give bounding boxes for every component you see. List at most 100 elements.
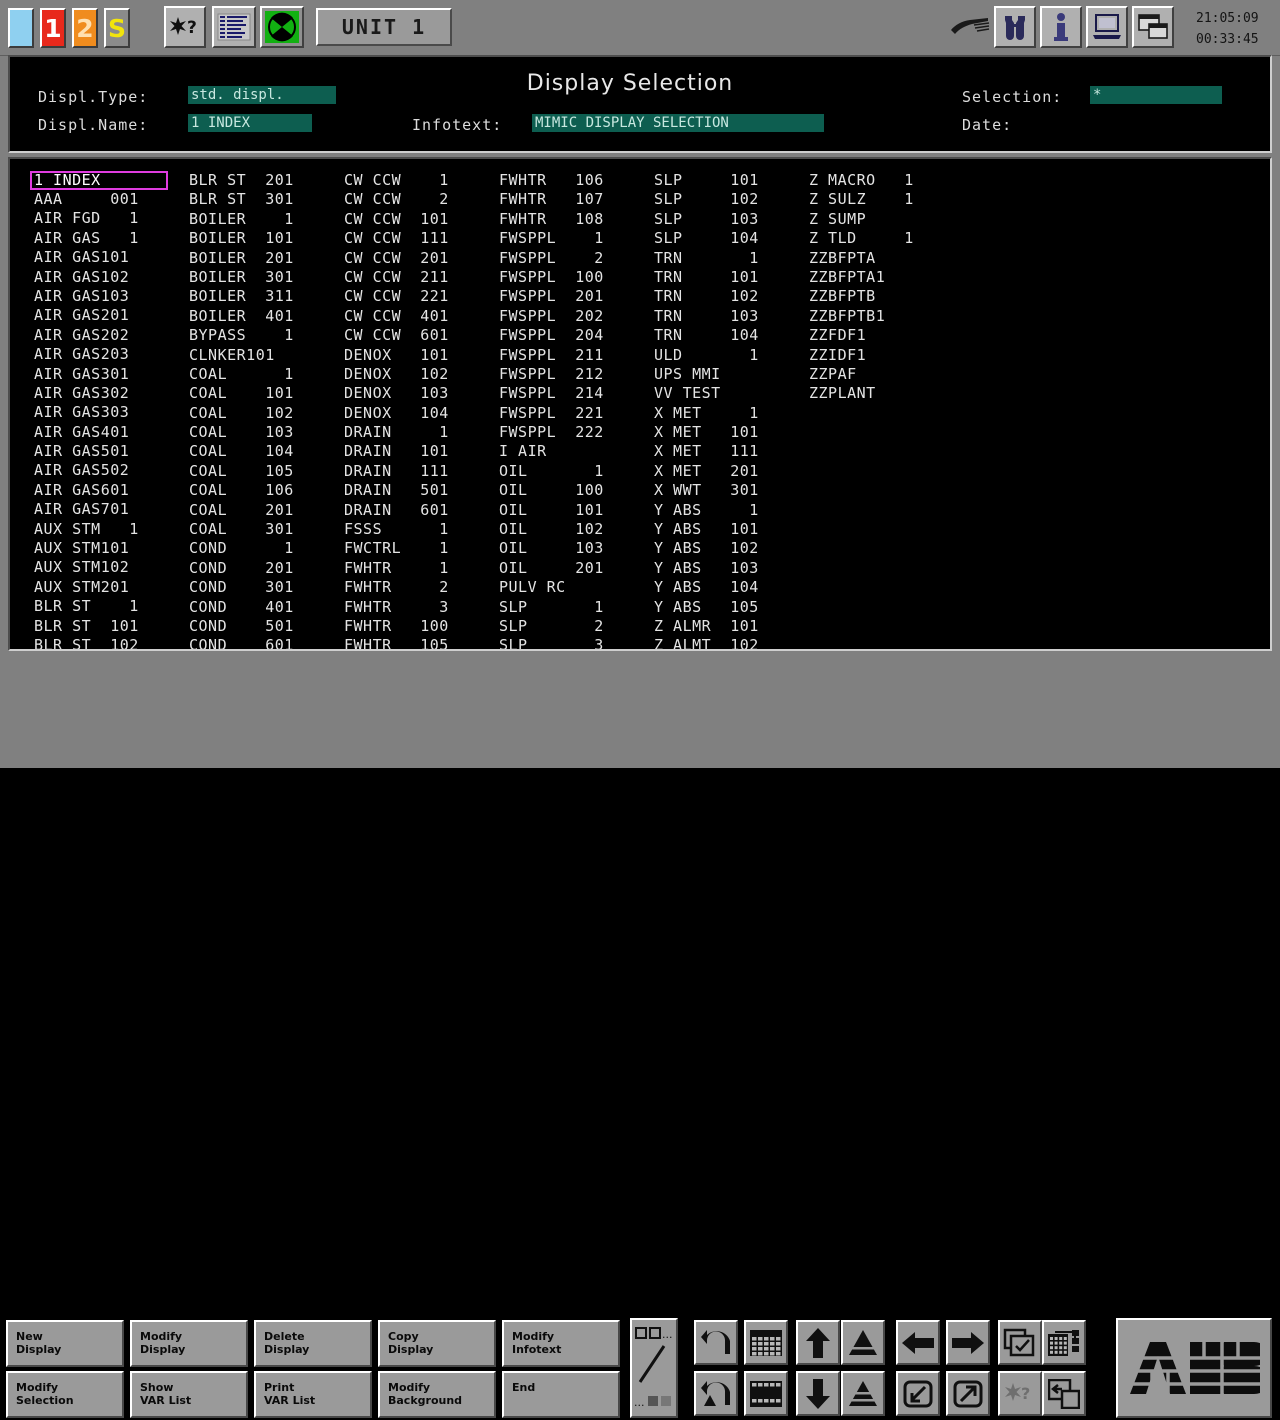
- display-list-item[interactable]: UPS MMI: [650, 365, 805, 384]
- display-list-item[interactable]: ZZFDF1: [805, 326, 960, 345]
- display-list-item[interactable]: ZZPLANT: [805, 384, 960, 403]
- display-list-item[interactable]: ZZPAF: [805, 365, 960, 384]
- table-rows-button[interactable]: [744, 1371, 788, 1416]
- display-list-item[interactable]: SLP 103: [650, 210, 805, 229]
- display-list-item[interactable]: SLP 104: [650, 229, 805, 248]
- draw-tools-panel[interactable]: ... ...: [630, 1318, 678, 1418]
- exit-window-button[interactable]: [1042, 1371, 1086, 1416]
- display-list-item[interactable]: DENOX 104: [340, 404, 495, 423]
- display-list-item[interactable]: AIR GAS201: [30, 306, 185, 325]
- display-list-item[interactable]: Y ABS 104: [650, 578, 805, 597]
- display-list-item[interactable]: AIR GAS302: [30, 384, 185, 403]
- display-list-item[interactable]: X MET 201: [650, 462, 805, 481]
- display-list-item[interactable]: COAL 105: [185, 462, 340, 481]
- display-list-item[interactable]: DRAIN 501: [340, 481, 495, 500]
- search-button[interactable]: [994, 6, 1036, 48]
- display-list-item[interactable]: FWSPPL 2: [495, 249, 650, 268]
- display-list-item[interactable]: COAL 101: [185, 384, 340, 403]
- display-list-item[interactable]: AUX STM 1: [30, 520, 185, 539]
- display-list-item[interactable]: AIR GAS301: [30, 365, 185, 384]
- display-list-item[interactable]: AIR GAS601: [30, 481, 185, 500]
- help-star-button[interactable]: ?: [164, 6, 206, 48]
- display-list-item[interactable]: AIR GAS202: [30, 326, 185, 345]
- display-list-item[interactable]: AUX STM101: [30, 539, 185, 558]
- display-list-item[interactable]: FWHTR 2: [340, 578, 495, 597]
- display-list-item[interactable]: OIL 1: [495, 462, 650, 481]
- display-list-item[interactable]: SLP 101: [650, 171, 805, 190]
- infotext-field[interactable]: MIMIC DISPLAY SELECTION: [532, 114, 824, 132]
- display-list-item[interactable]: AIR GAS203: [30, 345, 185, 364]
- display-list-item[interactable]: FWHTR 106: [495, 171, 650, 190]
- copy-pages-button[interactable]: [998, 1320, 1042, 1365]
- display-list-item[interactable]: BOILER 201: [185, 249, 340, 268]
- display-list-item[interactable]: AIR GAS502: [30, 461, 185, 480]
- display-list-item[interactable]: AIR GAS102: [30, 268, 185, 287]
- display-list-item[interactable]: FWSPPL 222: [495, 423, 650, 442]
- display-list-item[interactable]: COAL 301: [185, 520, 340, 539]
- display-list-item[interactable]: CW CCW 601: [340, 326, 495, 345]
- display-list-item[interactable]: CW CCW 111: [340, 229, 495, 248]
- display-list-item[interactable]: Y ABS 105: [650, 598, 805, 617]
- display-list-item[interactable]: FWSPPL 214: [495, 384, 650, 403]
- table-grid-button[interactable]: [744, 1320, 788, 1365]
- event-list-button[interactable]: [212, 6, 256, 48]
- status-s-button[interactable]: S: [104, 8, 130, 48]
- undo-button[interactable]: [694, 1320, 738, 1365]
- display-name-field[interactable]: 1 INDEX: [188, 114, 312, 132]
- help-cursor-button[interactable]: ?: [998, 1371, 1042, 1416]
- display-list-item[interactable]: Y ABS 103: [650, 559, 805, 578]
- display-list-item[interactable]: TRN 1: [650, 249, 805, 268]
- modify-background-button[interactable]: Modify Background: [378, 1371, 496, 1418]
- display-list-item[interactable]: CW CCW 1: [340, 171, 495, 190]
- display-list-item[interactable]: BOILER 301: [185, 268, 340, 287]
- page-down-button[interactable]: [841, 1371, 885, 1416]
- selection-field[interactable]: *: [1090, 86, 1222, 104]
- end-button[interactable]: End: [502, 1371, 620, 1418]
- display-list-item[interactable]: FWCTRL 1: [340, 539, 495, 558]
- display-list-item[interactable]: CW CCW 201: [340, 249, 495, 268]
- schematic-button[interactable]: [1042, 1320, 1086, 1365]
- display-list-item[interactable]: FWHTR 105: [340, 636, 495, 649]
- display-list-item[interactable]: Z ALMT 102: [650, 636, 805, 649]
- display-list-item[interactable]: CW CCW 2: [340, 190, 495, 209]
- display-list-item[interactable]: AUX STM201: [30, 578, 185, 597]
- display-list-item[interactable]: FWSPPL 202: [495, 307, 650, 326]
- display-list-item[interactable]: COND 401: [185, 598, 340, 617]
- display-list-item[interactable]: Z TLD 1: [805, 229, 960, 248]
- display-list-item[interactable]: BLR ST 1: [30, 597, 185, 616]
- display-list-item[interactable]: X MET 101: [650, 423, 805, 442]
- display-list-item[interactable]: COND 1: [185, 539, 340, 558]
- display-list-item[interactable]: DRAIN 601: [340, 501, 495, 520]
- windows-button[interactable]: [1132, 6, 1174, 48]
- display-list-item[interactable]: BLR ST 201: [185, 171, 340, 190]
- display-list-item[interactable]: AAA 001: [30, 190, 185, 209]
- display-list-item[interactable]: BLR ST 102: [30, 636, 185, 649]
- print-var-list-button[interactable]: Print VAR List: [254, 1371, 372, 1418]
- display-list-item[interactable]: VV TEST: [650, 384, 805, 403]
- display-list-item[interactable]: X WWT 301: [650, 481, 805, 500]
- display-list-item[interactable]: TRN 101: [650, 268, 805, 287]
- display-list-item[interactable]: FWSPPL 1: [495, 229, 650, 248]
- display-list-item[interactable]: 1 INDEX: [30, 171, 168, 190]
- display-list-item[interactable]: BLR ST 301: [185, 190, 340, 209]
- display-list-item[interactable]: DRAIN 101: [340, 442, 495, 461]
- next-button[interactable]: [946, 1320, 990, 1365]
- display-list-item[interactable]: TRN 103: [650, 307, 805, 326]
- alarm-1-button[interactable]: 1: [40, 8, 66, 48]
- display-list-item[interactable]: COND 501: [185, 617, 340, 636]
- show-var-list-button[interactable]: Show VAR List: [130, 1371, 248, 1418]
- display-list-item[interactable]: Z ALMR 101: [650, 617, 805, 636]
- display-list-item[interactable]: BOILER 101: [185, 229, 340, 248]
- redo-alarm-button[interactable]: [694, 1371, 738, 1416]
- display-list-item[interactable]: DENOX 103: [340, 384, 495, 403]
- modify-selection-button[interactable]: Modify Selection: [6, 1371, 124, 1418]
- display-list-item[interactable]: BOILER 401: [185, 307, 340, 326]
- scroll-down-button[interactable]: [796, 1371, 840, 1416]
- display-list-item[interactable]: FWSPPL 204: [495, 326, 650, 345]
- display-list-item[interactable]: I AIR: [495, 442, 650, 461]
- previous-button[interactable]: [896, 1320, 940, 1365]
- display-list-item[interactable]: OIL 201: [495, 559, 650, 578]
- display-list-item[interactable]: COAL 102: [185, 404, 340, 423]
- display-list-item[interactable]: SLP 3: [495, 636, 650, 649]
- display-list-item[interactable]: FWHTR 107: [495, 190, 650, 209]
